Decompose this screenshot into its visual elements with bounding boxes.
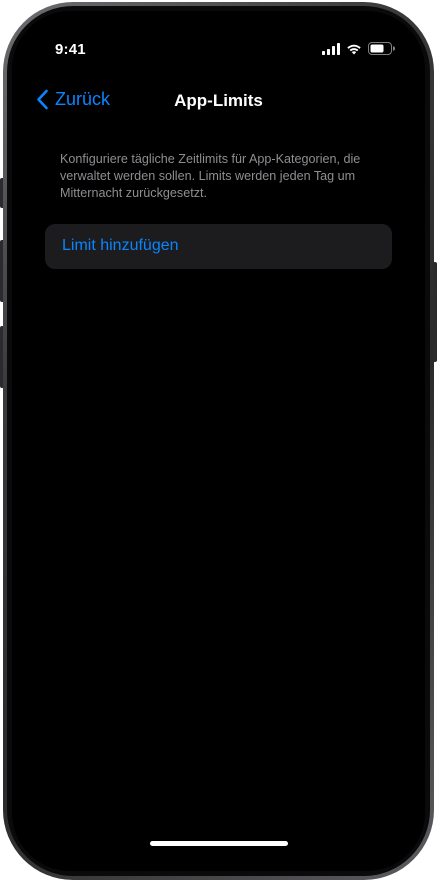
- wifi-icon: [346, 43, 362, 55]
- cellular-signal-icon: [322, 42, 340, 55]
- phone-bezel: 9:41 Zurück App-Limits Konfiguriere tägl…: [7, 6, 430, 876]
- phone-frame: 9:41 Zurück App-Limits Konfiguriere tägl…: [3, 2, 434, 880]
- page-title: App-Limits: [174, 91, 263, 110]
- status-bar: 9:41: [12, 11, 425, 61]
- status-icons: [322, 42, 395, 55]
- battery-icon: [368, 42, 395, 55]
- add-limit-label: Limit hinzufügen: [62, 237, 179, 254]
- navigation-bar: Zurück App-Limits: [12, 83, 425, 123]
- add-limit-button[interactable]: Limit hinzufügen: [45, 224, 392, 269]
- screen: 9:41 Zurück App-Limits Konfiguriere tägl…: [12, 11, 425, 871]
- status-time: 9:41: [55, 41, 86, 58]
- description-text: Konfiguriere tägliche Zeitlimits für App…: [60, 152, 361, 200]
- device-stage: 9:41 Zurück App-Limits Konfiguriere tägl…: [0, 0, 437, 882]
- home-indicator[interactable]: [149, 841, 288, 846]
